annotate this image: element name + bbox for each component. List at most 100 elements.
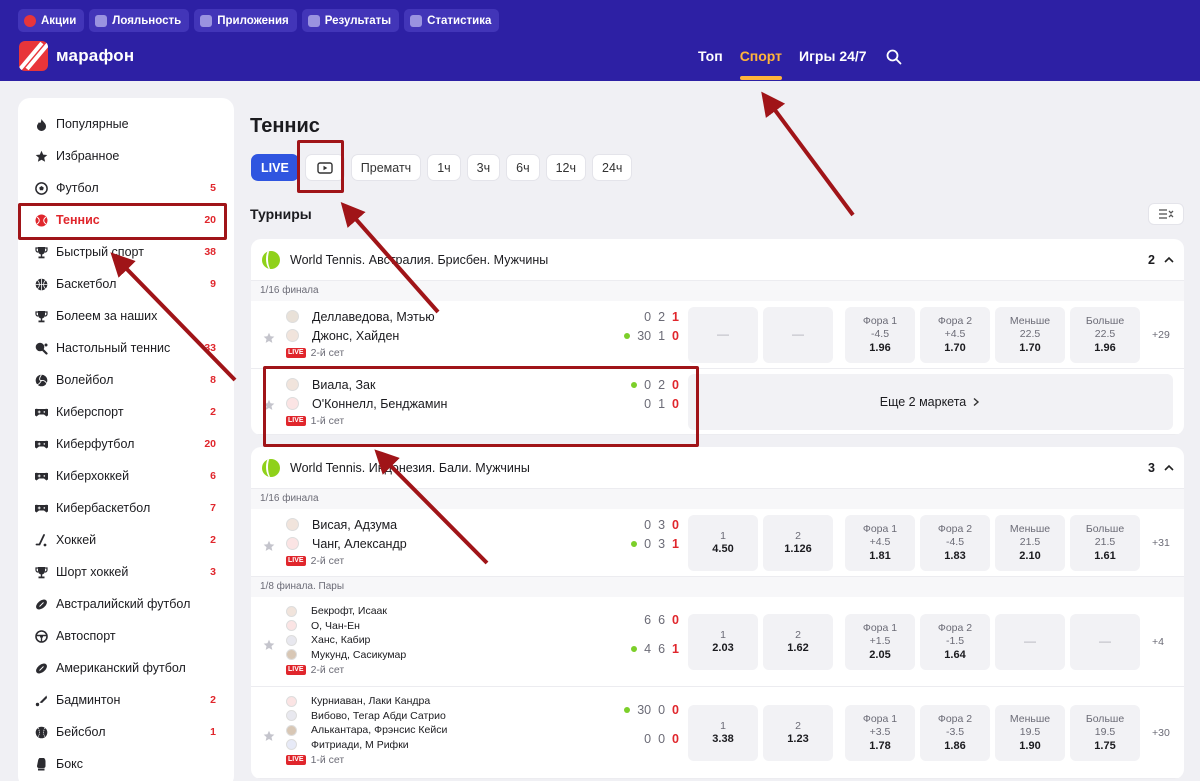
odds-button[interactable]: Меньше 21.5 2.10: [995, 515, 1065, 571]
sidebar-item-18[interactable]: Бадминтон 2: [18, 684, 234, 716]
sidebar-item-6[interactable]: Болеем за наших: [18, 300, 234, 332]
sidebar-item-5[interactable]: Баскетбол 9: [18, 268, 234, 300]
search-icon[interactable]: [886, 49, 902, 65]
sidebar-item-15[interactable]: Австралийский футбол: [18, 588, 234, 620]
match-row[interactable]: Деллаведова, Мэтью Джонс, Хайден LIVE 2-й с…: [251, 301, 1184, 369]
sidebar-item-10[interactable]: Киберфутбол 20: [18, 428, 234, 460]
odds-button[interactable]: Фора 1 +4.5 1.81: [845, 515, 915, 571]
more-markets-count[interactable]: +30: [1152, 727, 1170, 739]
promo-tab-statistics[interactable]: Статистика: [404, 9, 500, 32]
odds-line: -1.5: [945, 635, 965, 648]
filter-12h[interactable]: 12ч: [545, 154, 587, 181]
nav-top[interactable]: Топ: [698, 48, 723, 64]
favorite-star-icon[interactable]: [263, 639, 275, 651]
odds-button[interactable]: Фора 2 -1.5 1.64: [920, 614, 990, 670]
sidebar-item-3[interactable]: Теннис 20: [18, 204, 234, 236]
sidebar-item-16[interactable]: Автоспорт: [18, 620, 234, 652]
score-value: 2: [658, 309, 666, 324]
serve-indicator-icon: [631, 645, 638, 652]
player-avatar: [286, 310, 299, 323]
collapse-all-button[interactable]: [1148, 203, 1184, 225]
chevron-up-icon[interactable]: [1163, 254, 1175, 266]
tournament-header[interactable]: World Tennis. Австралия. Брисбен. Мужчин…: [251, 239, 1184, 281]
filter-live[interactable]: LIVE: [251, 154, 299, 181]
site-logo[interactable]: марафон: [19, 41, 134, 71]
filter-3h[interactable]: 3ч: [466, 154, 501, 181]
rugby-ball-icon: [35, 662, 48, 675]
odds-button[interactable]: Фора 2 -4.5 1.83: [920, 515, 990, 571]
favorite-star-icon[interactable]: [263, 332, 275, 344]
sidebar-item-9[interactable]: Киберспорт 2: [18, 396, 234, 428]
odds-button[interactable]: 1 2.03: [688, 614, 758, 670]
odds-button[interactable]: Фора 1 -4.5 1.96: [845, 307, 915, 363]
promo-tabs: Акции Лояльность Приложения Результаты С…: [18, 9, 500, 32]
filter-1h[interactable]: 1ч: [427, 154, 461, 181]
filter-prematch[interactable]: Прематч: [350, 154, 422, 181]
odds-label: 2: [795, 719, 801, 732]
promo-icon: [24, 14, 36, 27]
favorite-star-icon[interactable]: [263, 540, 275, 552]
more-markets-count[interactable]: +29: [1152, 329, 1170, 341]
tournament-header[interactable]: World Tennis. Индонезия. Бали. Мужчины 3: [251, 447, 1184, 489]
filter-24h[interactable]: 24ч: [592, 154, 633, 181]
odds-label: Фора 1: [862, 712, 898, 725]
loyalty-icon: [95, 14, 108, 27]
odds-button[interactable]: 2 1.62: [763, 614, 833, 670]
odds-line: 19.5: [1094, 726, 1116, 739]
match-row[interactable]: Висая, Адзума Чанг, Александр LIVE 2-й сет 0…: [251, 509, 1184, 577]
sidebar-item-12[interactable]: Кибербаскетбол 7: [18, 492, 234, 524]
odds-button[interactable]: Меньше 19.5 1.90: [995, 705, 1065, 761]
trophy-icon: [35, 566, 48, 579]
sidebar-item-label: Баскетбол: [56, 277, 117, 291]
more-markets-count[interactable]: +31: [1152, 537, 1170, 549]
odds-button[interactable]: Меньше 22.5 1.70: [995, 307, 1065, 363]
filter-video[interactable]: [304, 154, 345, 181]
odds-button[interactable]: 2 1.23: [763, 705, 833, 761]
odds-button[interactable]: Фора 2 -3.5 1.86: [920, 705, 990, 761]
odds-button[interactable]: Фора 1 +3.5 1.78: [845, 705, 915, 761]
sidebar-item-17[interactable]: Американский футбол: [18, 652, 234, 684]
match-row[interactable]: Виала, Зак О'Коннелл, Бенджамин LIVE 1-й се…: [251, 369, 1184, 435]
favorite-star-icon[interactable]: [263, 730, 275, 742]
odds-button[interactable]: 1 3.38: [688, 705, 758, 761]
sidebar-item-count: 2: [210, 406, 216, 418]
sidebar-item-label: Футбол: [56, 181, 99, 195]
more-markets-count[interactable]: +4: [1152, 636, 1164, 648]
sidebar-item-13[interactable]: Хоккей 2: [18, 524, 234, 556]
favorite-star-icon[interactable]: [263, 399, 275, 411]
sports-sidebar: Популярные Избранное Футбол 5 Теннис 20 Быстры…: [18, 98, 234, 781]
match-row[interactable]: Курниаван, Лаки Кандра Вибово, Тегар Абди…: [251, 687, 1184, 779]
sidebar-item-8[interactable]: Волейбол 8: [18, 364, 234, 396]
filter-6h[interactable]: 6ч: [506, 154, 540, 181]
sidebar-item-label: Австралийский футбол: [56, 597, 191, 611]
promo-tab-promotions[interactable]: Акции: [18, 9, 85, 32]
promo-tab-results[interactable]: Результаты: [301, 9, 400, 32]
more-markets-button[interactable]: Еще 2 маркета: [688, 374, 1173, 430]
sidebar-item-7[interactable]: Настольный теннис 33: [18, 332, 234, 364]
sidebar-item-label: Хоккей: [56, 533, 97, 547]
sidebar-item-11[interactable]: Киберхоккей 6: [18, 460, 234, 492]
match-status: LIVE 2-й сет: [286, 664, 406, 676]
odds-button[interactable]: Больше 22.5 1.96: [1070, 307, 1140, 363]
player-row: Виала, Зак: [286, 375, 447, 394]
odds-button[interactable]: 2 1.126: [763, 515, 833, 571]
sidebar-item-2[interactable]: Футбол 5: [18, 172, 234, 204]
sidebar-item-1[interactable]: Избранное: [18, 140, 234, 172]
chevron-up-icon[interactable]: [1163, 462, 1175, 474]
sidebar-item-19[interactable]: Бейсбол 1: [18, 716, 234, 748]
match-row[interactable]: Бекрофт, Исаак О, Чан-Ен Ханс, Кабир Мукунд…: [251, 597, 1184, 687]
sidebar-item-20[interactable]: Бокс: [18, 748, 234, 780]
sidebar-item-14[interactable]: Шорт хоккей 3: [18, 556, 234, 588]
nav-games[interactable]: Игры 24/7: [799, 48, 867, 64]
odds-button[interactable]: Фора 2 +4.5 1.70: [920, 307, 990, 363]
promo-tab-apps[interactable]: Приложения: [194, 9, 297, 32]
odds-button[interactable]: Больше 19.5 1.75: [1070, 705, 1140, 761]
odds-button[interactable]: 1 4.50: [688, 515, 758, 571]
nav-sport[interactable]: Спорт: [739, 48, 783, 80]
promo-tab-loyalty[interactable]: Лояльность: [89, 9, 190, 32]
sidebar-item-0[interactable]: Популярные: [18, 108, 234, 140]
player-row: Курниаван, Лаки Кандра: [286, 694, 447, 709]
odds-button[interactable]: Больше 21.5 1.61: [1070, 515, 1140, 571]
sidebar-item-4[interactable]: Быстрый спорт 38: [18, 236, 234, 268]
odds-button[interactable]: Фора 1 +1.5 2.05: [845, 614, 915, 670]
